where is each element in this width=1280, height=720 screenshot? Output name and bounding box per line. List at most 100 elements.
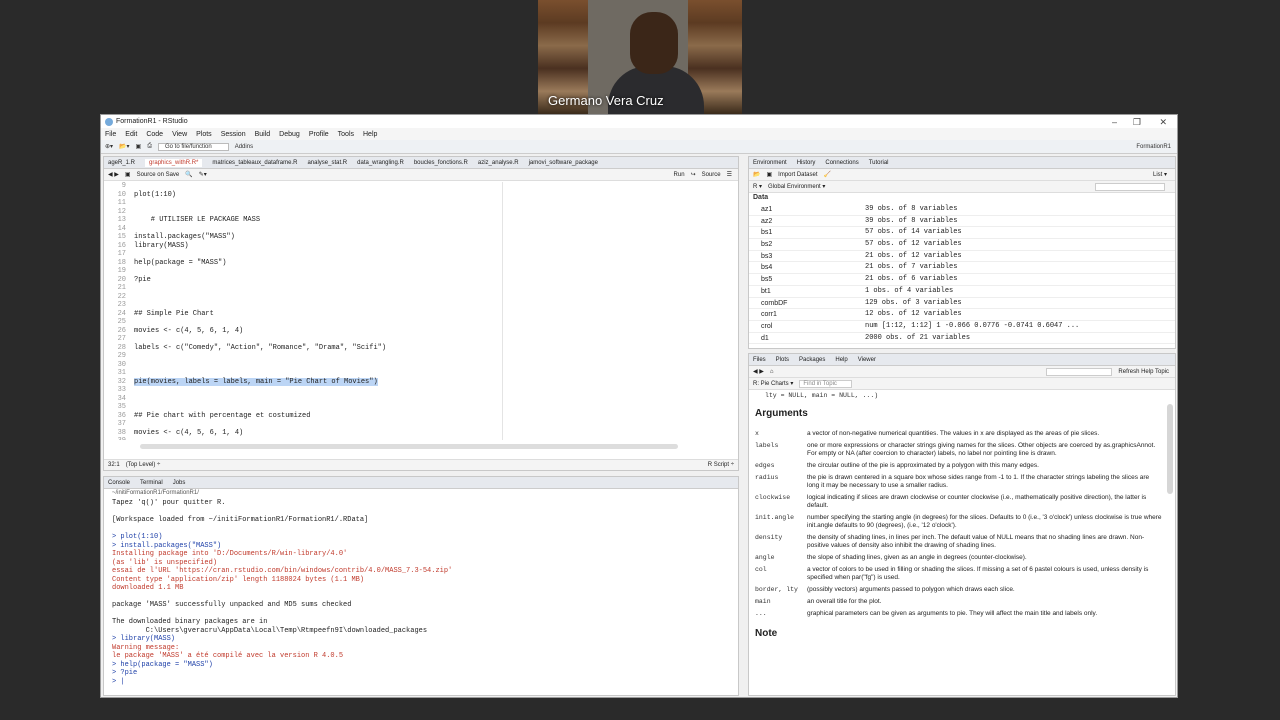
source-button[interactable]: Source	[702, 172, 721, 178]
list-view-toggle[interactable]: List ▾	[1153, 171, 1167, 178]
help-panel-tab[interactable]: Packages	[799, 357, 825, 363]
help-toolbar: ◀ ▶ ⌂ Refresh Help Topic	[749, 366, 1175, 378]
menu-item-edit[interactable]: Edit	[125, 131, 137, 138]
open-project-icon[interactable]: 📂▾	[119, 143, 129, 150]
wand-icon[interactable]: ✎▾	[199, 171, 207, 178]
environment-row[interactable]: bs2 57 obs. of 12 variables	[749, 239, 1175, 251]
menu-item-profile[interactable]: Profile	[309, 131, 329, 138]
line-text: help(package = "MASS")	[134, 258, 227, 267]
environment-row[interactable]: bs5 21 obs. of 6 variables	[749, 274, 1175, 286]
line-text: ?pie	[134, 275, 151, 284]
help-panel-tab[interactable]: Viewer	[858, 357, 876, 363]
rstudio-window: FormationR1 - RStudio – ❐ ✕ File Edit Code…	[100, 114, 1178, 698]
back-arrow-icon[interactable]: ◀ ▶	[753, 368, 764, 375]
goto-file-input[interactable]: Go to file/function	[158, 142, 229, 151]
find-in-topic-input[interactable]: Find in Topic	[799, 379, 852, 388]
environment-tab[interactable]: Environment	[753, 160, 787, 166]
load-icon[interactable]: 📂	[753, 171, 760, 178]
run-button[interactable]: Run	[674, 172, 685, 178]
console-output[interactable]: Tapez 'q()' pour quitter R. [Workspace lo…	[104, 499, 728, 695]
console-tab[interactable]: Console	[108, 480, 130, 486]
environment-row[interactable]: combDF 129 obs. of 3 variables	[749, 298, 1175, 310]
line-number: 33	[117, 386, 126, 394]
help-panel-tab[interactable]: Plots	[776, 357, 789, 363]
print-icon[interactable]: ⎙	[147, 143, 152, 150]
environment-search-input[interactable]	[1095, 182, 1165, 191]
global-environment-select[interactable]: Global Environment ▾	[768, 183, 825, 190]
environment-row[interactable]: az1 39 obs. of 8 variables	[749, 204, 1175, 216]
environment-row[interactable]: crol num [1:12, 1:12] 1 -0.066 0.0776 -0.…	[749, 321, 1175, 333]
project-menu[interactable]: FormationR1	[1136, 144, 1171, 150]
save-file-icon[interactable]: ▣	[125, 171, 131, 178]
menu-item-debug[interactable]: Debug	[279, 131, 300, 138]
environment-row[interactable]: bs3 21 obs. of 12 variables	[749, 251, 1175, 263]
save-workspace-icon[interactable]: ▣	[766, 171, 772, 178]
line-number: 34	[117, 394, 126, 403]
help-topic-select[interactable]: R: Pie Charts ▾	[753, 380, 793, 387]
line-text: plot(1:10)	[134, 190, 177, 199]
menu-item-view[interactable]: View	[172, 131, 187, 138]
addins-menu[interactable]: Addins	[235, 144, 253, 150]
code-area[interactable]: 9 10 plot(1:10) 11 12 13 # UTILISER LE PACKAG…	[104, 182, 728, 440]
editor-tab[interactable]: analyse_stat.R	[307, 160, 347, 166]
help-panel-tab[interactable]: Files	[753, 357, 766, 363]
save-icon[interactable]: ▣	[136, 143, 142, 150]
console-tab[interactable]: Jobs	[173, 480, 186, 486]
import-dataset-button[interactable]: Import Dataset	[778, 172, 817, 178]
variable-value: 57 obs. of 12 variables	[865, 240, 962, 249]
help-panel-tab[interactable]: Help	[835, 357, 847, 363]
refresh-help-button[interactable]: Refresh Help Topic	[1118, 369, 1169, 375]
menu-item-help[interactable]: Help	[363, 131, 377, 138]
new-file-icon[interactable]: ⊕▾	[105, 143, 113, 150]
variable-name: corr1	[761, 311, 777, 319]
file-type[interactable]: R Script ÷	[708, 462, 734, 468]
editor-tab[interactable]: boucles_fonctions.R	[414, 160, 468, 166]
help-search-input[interactable]	[1046, 367, 1113, 376]
editor-tab[interactable]: matrices_tableaux_dataframe.R	[212, 160, 297, 166]
line-number: 11	[117, 199, 126, 207]
console-tab[interactable]: Terminal	[140, 480, 163, 486]
maximize-button[interactable]: ❐	[1133, 117, 1141, 128]
environment-row[interactable]: corr1 12 obs. of 12 variables	[749, 309, 1175, 321]
rerun-icon[interactable]: ↪	[691, 171, 696, 178]
broom-icon[interactable]: 🧹	[824, 171, 831, 178]
menu-item-tools[interactable]: Tools	[338, 131, 354, 138]
environment-tab[interactable]: Connections	[825, 160, 858, 166]
editor-tab[interactable]: data_wrangling.R	[357, 160, 404, 166]
source-on-save-checkbox[interactable]: Source on Save	[137, 172, 180, 178]
environment-row[interactable]: bt1 1 obs. of 4 variables	[749, 286, 1175, 298]
editor-tab[interactable]: jamovi_software_package	[529, 160, 598, 166]
menu-item-file[interactable]: File	[105, 131, 116, 138]
environment-row[interactable]: d1 2000 obs. of 21 variables	[749, 333, 1175, 345]
argument-name: init.angle	[755, 514, 795, 521]
search-icon[interactable]: 🔍	[185, 171, 192, 178]
menu-item-code[interactable]: Code	[146, 131, 163, 138]
outline-icon[interactable]: ☰	[727, 171, 732, 178]
r-language-select[interactable]: R ▾	[753, 183, 762, 190]
editor-statusbar: 32:1 (Top Level) ÷ R Script ÷	[104, 459, 738, 470]
scope-indicator[interactable]: (Top Level) ÷	[126, 462, 161, 468]
home-icon[interactable]: ⌂	[770, 369, 774, 375]
webcam-feed: Germano Vera Cruz	[538, 0, 742, 114]
menu-item-build[interactable]: Build	[255, 131, 271, 138]
environment-row[interactable]: bs4 21 obs. of 7 variables	[749, 262, 1175, 275]
environment-row[interactable]: az2 39 obs. of 8 variables	[749, 216, 1175, 228]
environment-tab[interactable]: History	[797, 160, 816, 166]
back-icon[interactable]: ◀ ▶	[108, 171, 119, 178]
close-button[interactable]: ✕	[1159, 117, 1167, 128]
minimize-button[interactable]: –	[1112, 117, 1117, 127]
editor-tab[interactable]: graphics_withR.R*	[145, 158, 203, 167]
code-line: 17	[104, 250, 728, 259]
line-number: 30	[117, 360, 126, 369]
editor-tab[interactable]: ageR_1.R	[108, 160, 135, 166]
environment-tab[interactable]: Tutorial	[869, 160, 889, 166]
variable-value: 12 obs. of 12 variables	[865, 310, 962, 319]
environment-row[interactable]: bs1 57 obs. of 14 variables	[749, 227, 1175, 240]
argument-row: labels one or more expressions or charact…	[755, 442, 1163, 458]
help-scrollbar[interactable]	[1167, 404, 1173, 494]
horizontal-scrollbar[interactable]	[140, 444, 678, 449]
menu-item-session[interactable]: Session	[221, 131, 246, 138]
editor-tab[interactable]: aziz_analyse.R	[478, 160, 519, 166]
menu-item-plots[interactable]: Plots	[196, 131, 212, 138]
